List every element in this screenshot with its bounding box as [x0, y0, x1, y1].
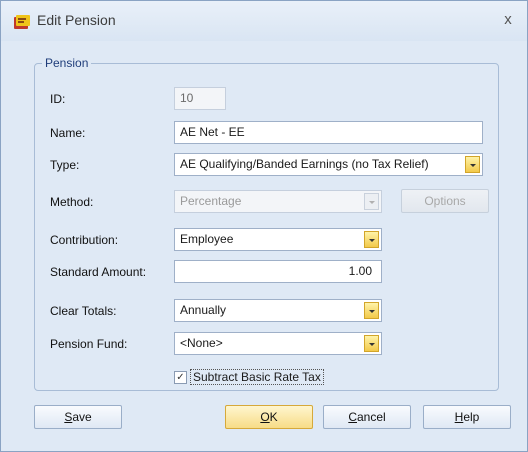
- contribution-label: Contribution:: [50, 233, 119, 247]
- contribution-value: Employee: [180, 232, 234, 246]
- window-title: Edit Pension: [37, 12, 116, 28]
- chevron-down-icon[interactable]: [364, 231, 379, 248]
- id-field: 10: [174, 87, 226, 110]
- edit-pension-dialog: Edit Pension x Pension ID: 10 Name: AE N…: [0, 0, 528, 452]
- type-label: Type:: [50, 158, 80, 172]
- id-label: ID:: [50, 92, 66, 106]
- type-dropdown[interactable]: AE Qualifying/Banded Earnings (no Tax Re…: [174, 153, 483, 176]
- pension-fund-label: Pension Fund:: [50, 337, 128, 351]
- type-value: AE Qualifying/Banded Earnings (no Tax Re…: [180, 157, 429, 171]
- close-icon[interactable]: x: [497, 9, 519, 31]
- chevron-down-icon[interactable]: [465, 156, 480, 173]
- method-value: Percentage: [180, 194, 242, 208]
- cancel-button[interactable]: Cancel: [323, 405, 411, 429]
- help-button[interactable]: Help: [423, 405, 511, 429]
- method-dropdown: Percentage: [174, 190, 382, 213]
- chevron-down-icon: [364, 193, 379, 210]
- standard-amount-label: Standard Amount:: [50, 265, 147, 279]
- clear-totals-dropdown[interactable]: Annually: [174, 299, 382, 322]
- contribution-dropdown[interactable]: Employee: [174, 228, 382, 251]
- pension-app-icon: [14, 15, 30, 29]
- clear-totals-label: Clear Totals:: [50, 304, 117, 318]
- name-label: Name:: [50, 126, 86, 140]
- name-field[interactable]: AE Net - EE: [174, 121, 483, 144]
- options-button: Options: [401, 189, 489, 213]
- save-button[interactable]: Save: [34, 405, 122, 429]
- chevron-down-icon[interactable]: [364, 335, 379, 352]
- chevron-down-icon[interactable]: [364, 302, 379, 319]
- subtract-basic-rate-tax-label[interactable]: Subtract Basic Rate Tax: [190, 369, 324, 385]
- method-label: Method:: [50, 195, 94, 209]
- pension-fund-value: <None>: [180, 336, 223, 350]
- title-bar[interactable]: Edit Pension x: [1, 1, 527, 41]
- clear-totals-value: Annually: [180, 303, 227, 317]
- standard-amount-field[interactable]: 1.00: [174, 260, 382, 283]
- group-legend: Pension: [42, 56, 92, 70]
- pension-fund-dropdown[interactable]: <None>: [174, 332, 382, 355]
- subtract-basic-rate-tax-checkbox[interactable]: ✓: [174, 371, 187, 384]
- ok-button[interactable]: OK: [225, 405, 313, 429]
